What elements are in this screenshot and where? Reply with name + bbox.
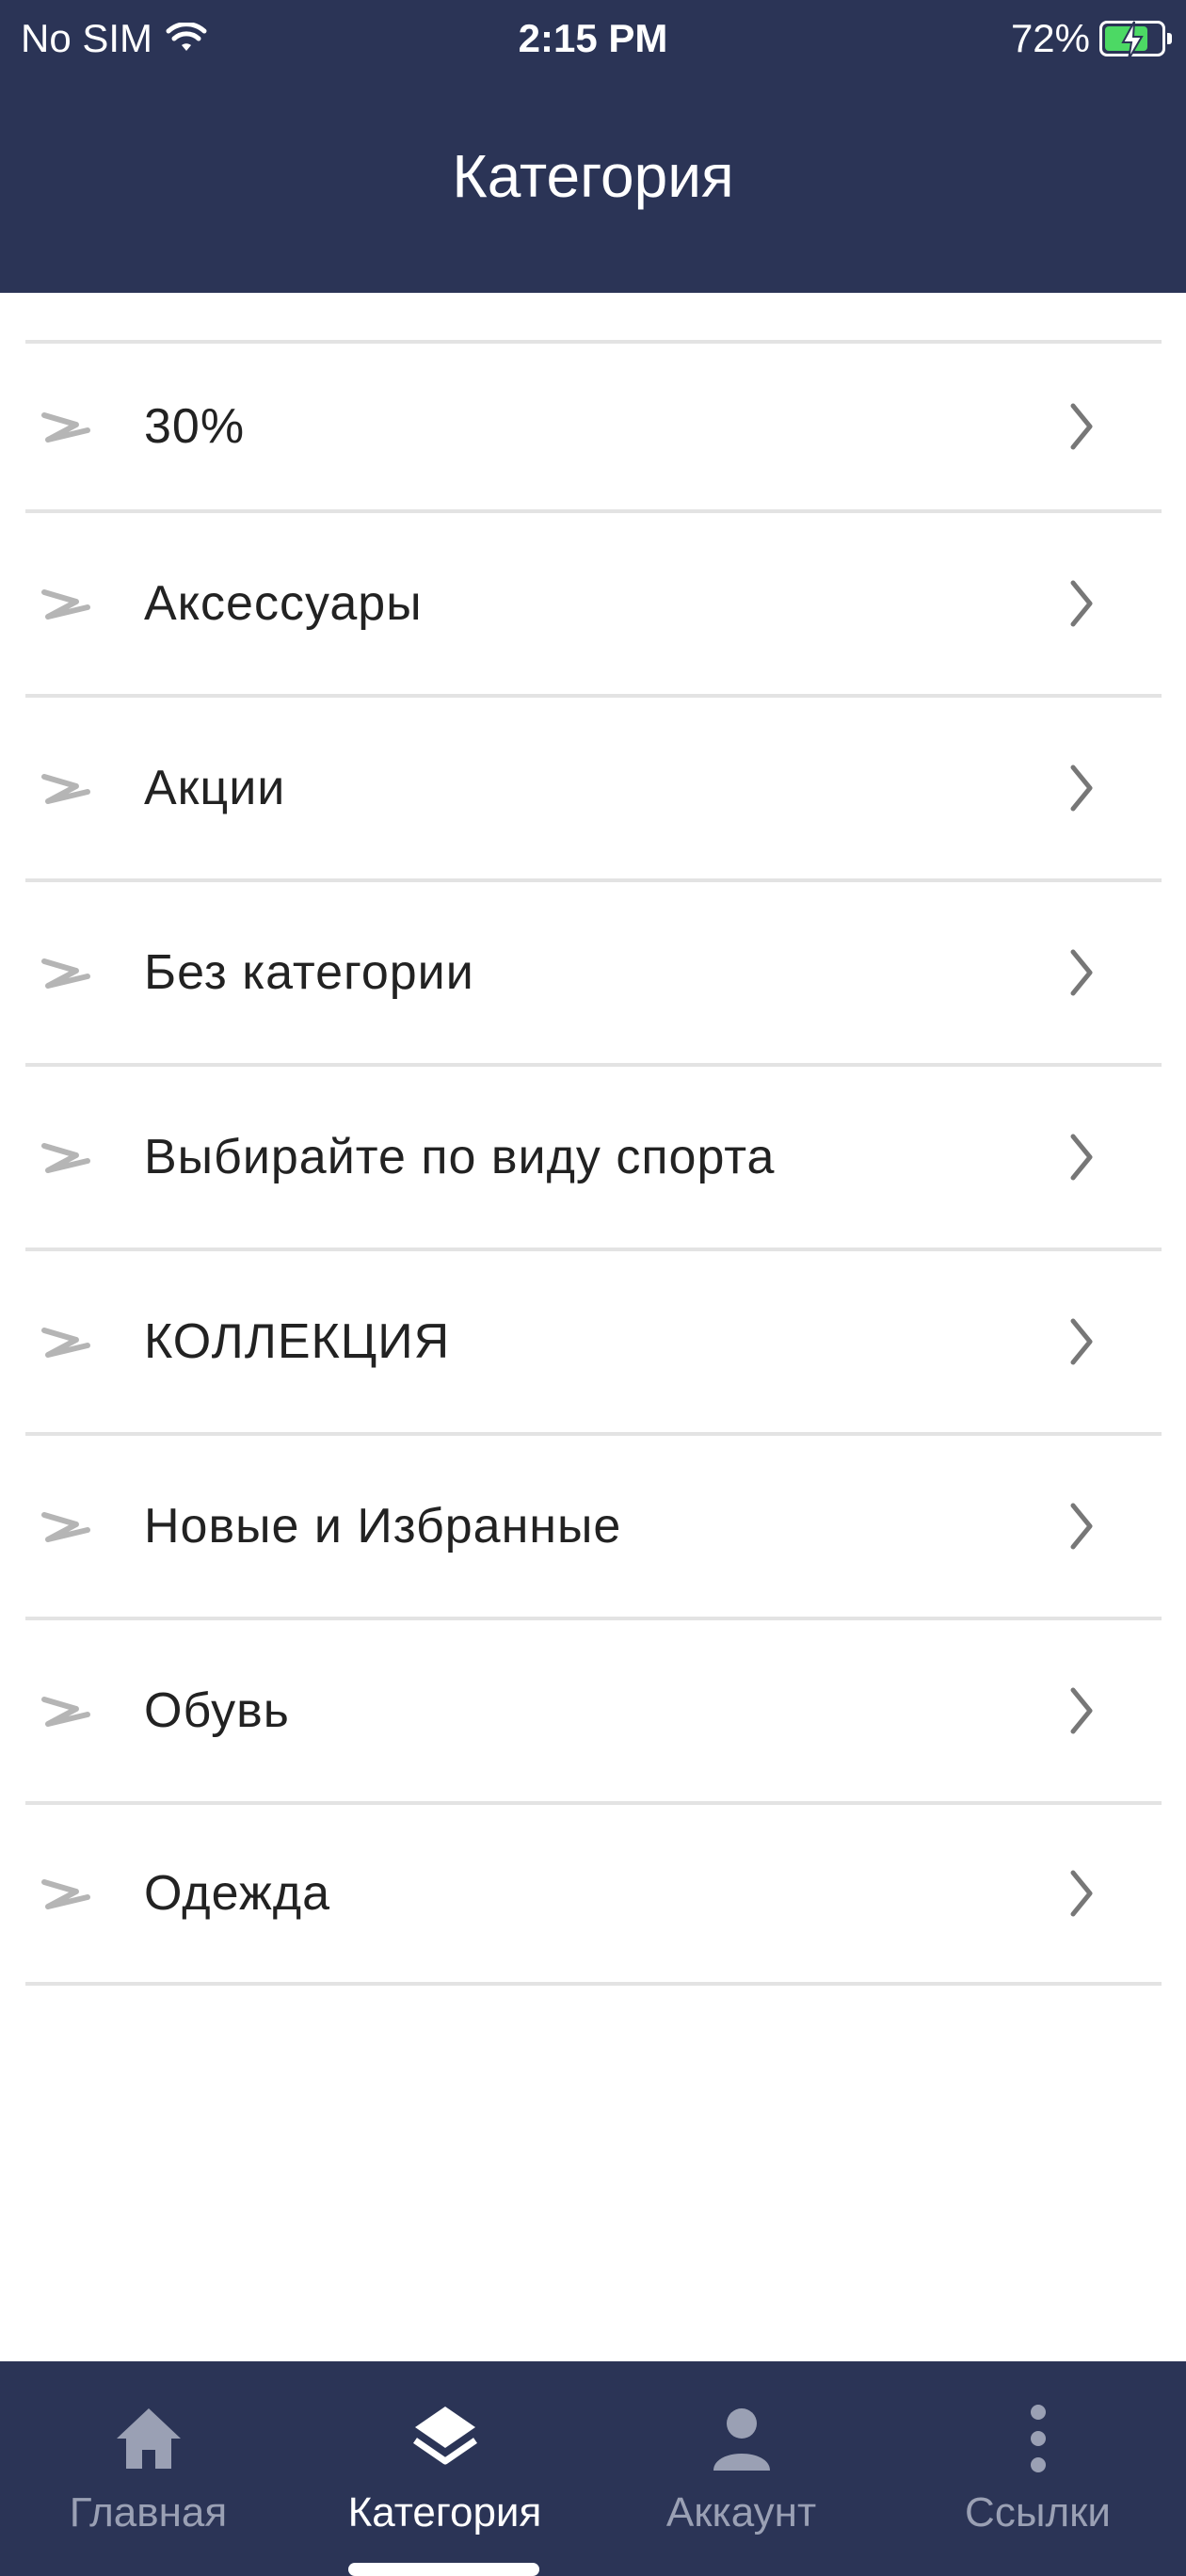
chevron-right-icon xyxy=(1070,403,1093,450)
brand-logo-icon xyxy=(41,589,90,620)
category-list: 30% Аксессуары Акции Без категории Выбир… xyxy=(25,340,1162,1986)
battery-percent: 72% xyxy=(1010,16,1090,60)
chevron-right-icon xyxy=(1070,1318,1093,1365)
category-row[interactable]: Аксессуары xyxy=(25,509,1162,694)
brand-logo-icon xyxy=(41,958,90,989)
tab-home-label: Главная xyxy=(69,2489,228,2536)
category-row[interactable]: Новые и Избранные xyxy=(25,1432,1162,1617)
chevron-right-icon xyxy=(1070,765,1093,812)
chevron-right-icon xyxy=(1070,1503,1093,1550)
brand-logo-icon xyxy=(41,1328,90,1358)
layers-icon xyxy=(412,2407,477,2465)
category-label: Одежда xyxy=(144,1866,331,1921)
tab-category[interactable]: Категория xyxy=(296,2361,593,2576)
app-header: No SIM 2:15 PM 72% Категория xyxy=(0,0,1186,293)
chevron-right-icon xyxy=(1070,949,1093,996)
bottom-tab-bar: Главная Категория Аккаунт Ссылки xyxy=(0,2361,1186,2576)
tab-links[interactable]: Ссылки xyxy=(890,2361,1186,2576)
brand-logo-icon xyxy=(41,412,90,443)
brand-logo-icon xyxy=(41,1512,90,1542)
category-label: 30% xyxy=(144,399,246,454)
brand-logo-icon xyxy=(41,1879,90,1909)
category-label: Выбирайте по виду спорта xyxy=(144,1130,776,1184)
home-icon xyxy=(116,2408,181,2469)
category-row[interactable]: 30% xyxy=(25,340,1162,509)
status-bar: No SIM 2:15 PM 72% xyxy=(0,0,1186,79)
category-label: Обувь xyxy=(144,1683,290,1738)
more-vertical-icon xyxy=(1030,2405,1046,2472)
page-title: Категория xyxy=(452,142,734,210)
battery-group: 72% xyxy=(1010,16,1172,61)
category-row[interactable]: Обувь xyxy=(25,1617,1162,1801)
chevron-right-icon xyxy=(1070,1870,1093,1917)
tab-category-label: Категория xyxy=(347,2489,542,2536)
category-row[interactable]: Выбирайте по виду спорта xyxy=(25,1063,1162,1248)
status-time: 2:15 PM xyxy=(518,16,668,60)
tab-links-label: Ссылки xyxy=(965,2489,1111,2536)
chevron-right-icon xyxy=(1070,580,1093,627)
brand-logo-icon xyxy=(41,1697,90,1727)
category-row[interactable]: КОЛЛЕКЦИЯ xyxy=(25,1248,1162,1432)
category-row[interactable]: Акции xyxy=(25,694,1162,878)
chevron-right-icon xyxy=(1070,1134,1093,1181)
brand-logo-icon xyxy=(41,1143,90,1173)
category-row[interactable]: Без категории xyxy=(25,878,1162,1063)
category-label: Аксессуары xyxy=(144,576,423,631)
category-row[interactable]: Одежда xyxy=(25,1801,1162,1986)
battery-icon xyxy=(1099,21,1172,60)
chevron-right-icon xyxy=(1070,1687,1093,1734)
category-label: Акции xyxy=(144,761,286,815)
category-label: КОЛЛЕКЦИЯ xyxy=(144,1314,451,1369)
tab-home[interactable]: Главная xyxy=(0,2361,296,2576)
user-icon xyxy=(713,2408,770,2471)
category-label: Без категории xyxy=(144,945,474,1000)
tab-account-label: Аккаунт xyxy=(665,2489,817,2536)
tab-account[interactable]: Аккаунт xyxy=(593,2361,890,2576)
home-indicator[interactable] xyxy=(348,2563,539,2576)
category-label: Новые и Избранные xyxy=(144,1499,622,1554)
brand-logo-icon xyxy=(41,774,90,804)
